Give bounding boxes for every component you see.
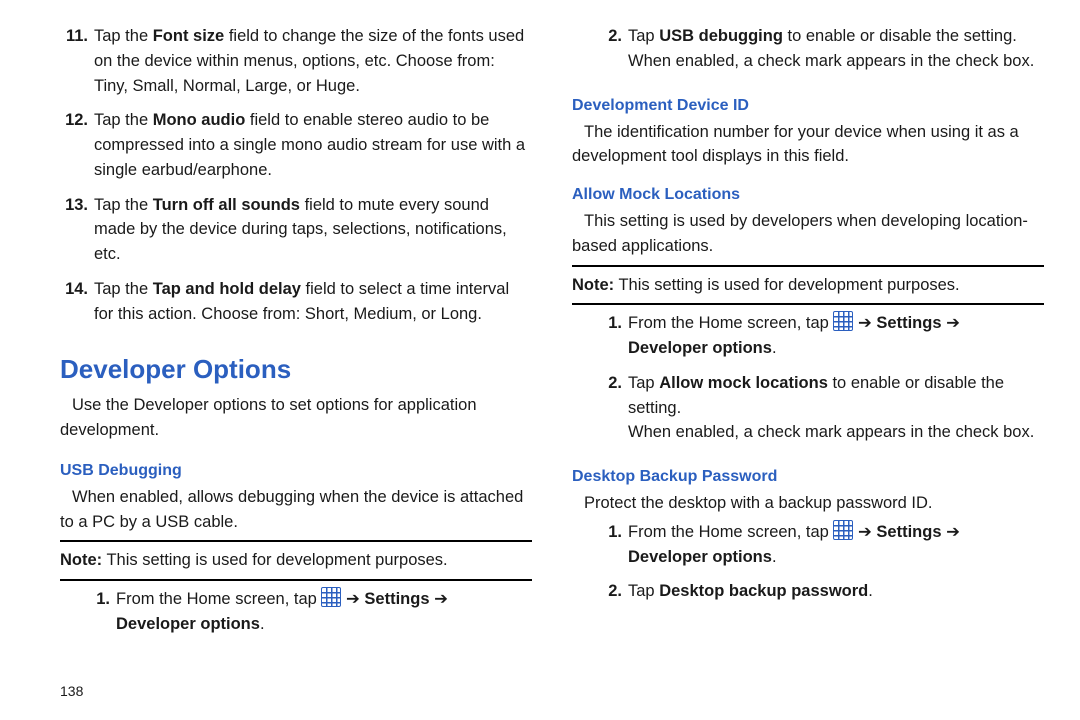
apps-grid-icon	[321, 587, 341, 607]
usb-steps-continued: 2. Tap USB debugging to enable or disabl…	[572, 24, 1044, 84]
usb-step-2: 2. Tap USB debugging to enable or disabl…	[572, 24, 1044, 74]
developer-options-intro: Use the Developer options to set options…	[60, 393, 532, 443]
step-number: 12.	[60, 108, 88, 182]
right-column: 2. Tap USB debugging to enable or disabl…	[572, 24, 1044, 702]
note-text: Note: This setting is used for developme…	[572, 273, 1044, 298]
step-body: Tap the Turn off all sounds field to mut…	[94, 193, 532, 267]
mock-step-1: 1. From the Home screen, tap ➔ Settings …	[572, 311, 1044, 361]
rule-top	[60, 540, 532, 542]
apps-grid-icon	[833, 520, 853, 540]
heading-development-device-id: Development Device ID	[572, 94, 1044, 118]
step-number: 1.	[572, 520, 622, 570]
step-11: 11. Tap the Font size field to change th…	[60, 24, 532, 98]
step-body: Tap Allow mock locations to enable or di…	[628, 371, 1044, 445]
step-number: 1.	[572, 311, 622, 361]
usb-debugging-body: When enabled, allows debugging when the …	[60, 485, 532, 535]
section-desktop-backup-password: Desktop Backup Password Protect the desk…	[572, 455, 1044, 614]
usb-note: Note: This setting is used for developme…	[60, 540, 532, 581]
usb-step-1: 1. From the Home screen, tap ➔ Settings …	[60, 587, 532, 637]
left-column: 11. Tap the Font size field to change th…	[60, 24, 532, 702]
accessibility-steps-continued: 11. Tap the Font size field to change th…	[60, 24, 532, 336]
note-text: Note: This setting is used for developme…	[60, 548, 532, 573]
backup-steps: 1. From the Home screen, tap ➔ Settings …	[572, 520, 1044, 604]
step-body: From the Home screen, tap ➔ Settings ➔ D…	[628, 311, 1044, 361]
step-body: Tap the Font size field to change the si…	[94, 24, 532, 98]
desktop-backup-password-body: Protect the desktop with a backup passwo…	[572, 491, 1044, 516]
heading-desktop-backup-password: Desktop Backup Password	[572, 465, 1044, 489]
mock-note: Note: This setting is used for developme…	[572, 265, 1044, 306]
step-number: 13.	[60, 193, 88, 267]
rule-bottom	[60, 579, 532, 581]
step-body: Tap USB debugging to enable or disable t…	[628, 24, 1044, 74]
rule-bottom	[572, 303, 1044, 305]
step-14: 14. Tap the Tap and hold delay field to …	[60, 277, 532, 327]
step-body: Tap the Tap and hold delay field to sele…	[94, 277, 532, 327]
step-number: 14.	[60, 277, 88, 327]
step-body: From the Home screen, tap ➔ Settings ➔ D…	[116, 587, 532, 637]
section-allow-mock-locations: Allow Mock Locations This setting is use…	[572, 173, 1044, 455]
mock-steps: 1. From the Home screen, tap ➔ Settings …	[572, 311, 1044, 445]
rule-top	[572, 265, 1044, 267]
step-number: 11.	[60, 24, 88, 98]
allow-mock-locations-body: This setting is used by developers when …	[572, 209, 1044, 259]
step-12: 12. Tap the Mono audio field to enable s…	[60, 108, 532, 182]
step-13: 13. Tap the Turn off all sounds field to…	[60, 193, 532, 267]
page-number: 138	[60, 669, 532, 702]
step-number: 1.	[60, 587, 110, 637]
section-usb-debugging: USB Debugging When enabled, allows debug…	[60, 449, 532, 647]
heading-usb-debugging: USB Debugging	[60, 459, 532, 483]
usb-steps: 1. From the Home screen, tap ➔ Settings …	[60, 587, 532, 637]
backup-step-2: 2. Tap Desktop backup password.	[572, 579, 1044, 604]
section-development-device-id: Development Device ID The identification…	[572, 84, 1044, 174]
backup-step-1: 1. From the Home screen, tap ➔ Settings …	[572, 520, 1044, 570]
step-number: 2.	[572, 24, 622, 74]
heading-developer-options: Developer Options	[60, 350, 532, 389]
heading-allow-mock-locations: Allow Mock Locations	[572, 183, 1044, 207]
development-device-id-body: The identification number for your devic…	[572, 120, 1044, 170]
step-body: Tap the Mono audio field to enable stere…	[94, 108, 532, 182]
step-body: Tap Desktop backup password.	[628, 579, 1044, 604]
step-number: 2.	[572, 579, 622, 604]
mock-step-2: 2. Tap Allow mock locations to enable or…	[572, 371, 1044, 445]
step-number: 2.	[572, 371, 622, 445]
step-body: From the Home screen, tap ➔ Settings ➔ D…	[628, 520, 1044, 570]
apps-grid-icon	[833, 311, 853, 331]
